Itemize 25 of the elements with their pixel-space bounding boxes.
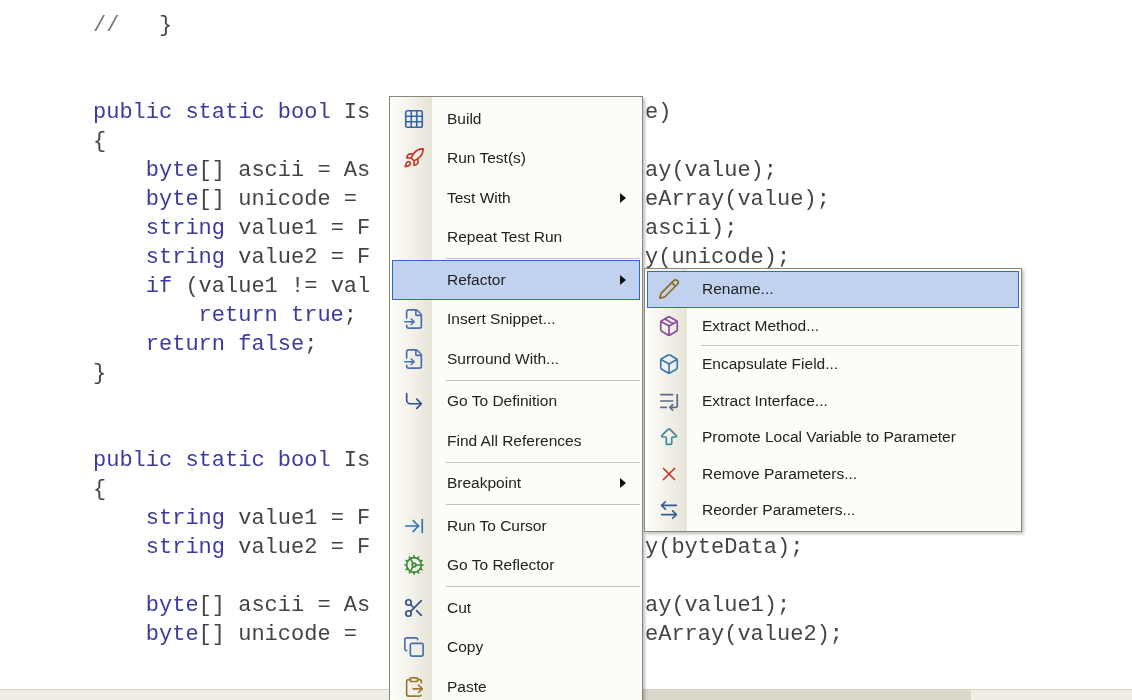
code-line: byte[] ascii = As — [145, 159, 371, 182]
code-line: { — [93, 130, 107, 153]
code-line: ay(value); — [645, 159, 778, 182]
code-line: string value2 = F — [145, 246, 371, 269]
code-line: byte[] ascii = As — [145, 594, 371, 617]
code-line: public static bool Is — [93, 101, 371, 124]
code-line: e) — [645, 101, 672, 124]
code-line: string value1 = F — [145, 507, 371, 530]
code-line: y(unicode); — [645, 246, 791, 269]
code-line: { — [93, 478, 107, 501]
code-line: eArray(value); — [645, 188, 830, 211]
code-line: byte[] unicode = — [145, 188, 359, 211]
code-line: string value1 = F — [145, 217, 371, 240]
code-line: byte[] unicode = — [145, 623, 359, 646]
code-line: string value2 = F — [145, 536, 371, 559]
code-line: // } — [93, 14, 173, 37]
code-line: public static bool Is — [93, 449, 371, 472]
code-line: y(byteData); — [645, 536, 804, 559]
code-line: ascii); — [645, 217, 738, 240]
code-line: return true; — [198, 304, 358, 327]
code-line: ay(value1); — [645, 594, 791, 617]
code-line: if (value1 != val — [145, 275, 371, 298]
code-line: eArray(value2); — [645, 623, 844, 646]
code-line: return false; — [145, 333, 318, 356]
code-line: } — [93, 362, 107, 385]
